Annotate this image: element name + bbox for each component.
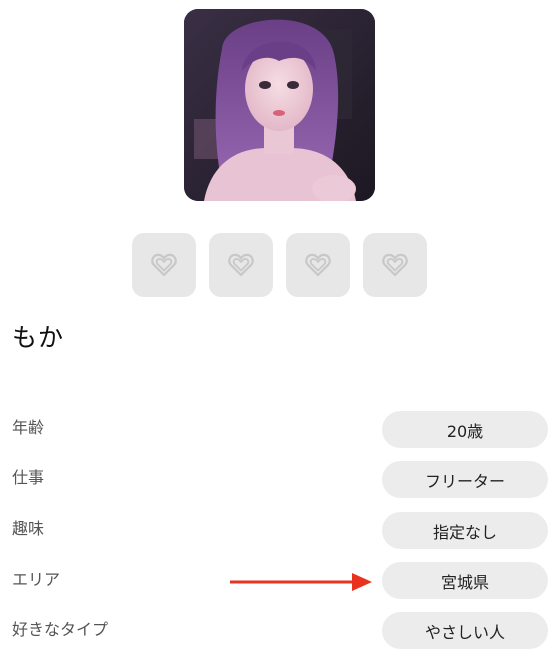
heart-outline-icon <box>382 253 408 277</box>
gift-slot[interactable] <box>132 233 196 297</box>
profile-photo-image <box>184 9 375 201</box>
heart-outline-icon <box>228 253 254 277</box>
attribute-label-favorite-type: 好きなタイプ <box>12 620 109 639</box>
attribute-label-age: 年齢 <box>12 418 45 437</box>
annotation-arrow-icon <box>230 573 372 591</box>
attribute-label-area: エリア <box>12 570 61 589</box>
attribute-label-job: 仕事 <box>12 468 45 487</box>
gift-slot[interactable] <box>363 233 427 297</box>
attribute-value-job[interactable]: フリーター <box>382 461 548 498</box>
gift-slot-row <box>132 233 427 297</box>
attribute-label-hobby: 趣味 <box>12 519 45 538</box>
heart-outline-icon <box>151 253 177 277</box>
attribute-value-area[interactable]: 宮城県 <box>382 562 548 599</box>
attribute-value-hobby[interactable]: 指定なし <box>382 512 548 549</box>
attribute-value-age[interactable]: 20歳 <box>382 411 548 448</box>
profile-photo[interactable] <box>184 9 375 201</box>
heart-outline-icon <box>305 253 331 277</box>
attribute-value-favorite-type[interactable]: やさしい人 <box>382 612 548 649</box>
gift-slot[interactable] <box>286 233 350 297</box>
gift-slot[interactable] <box>209 233 273 297</box>
profile-name: もか <box>12 323 65 352</box>
